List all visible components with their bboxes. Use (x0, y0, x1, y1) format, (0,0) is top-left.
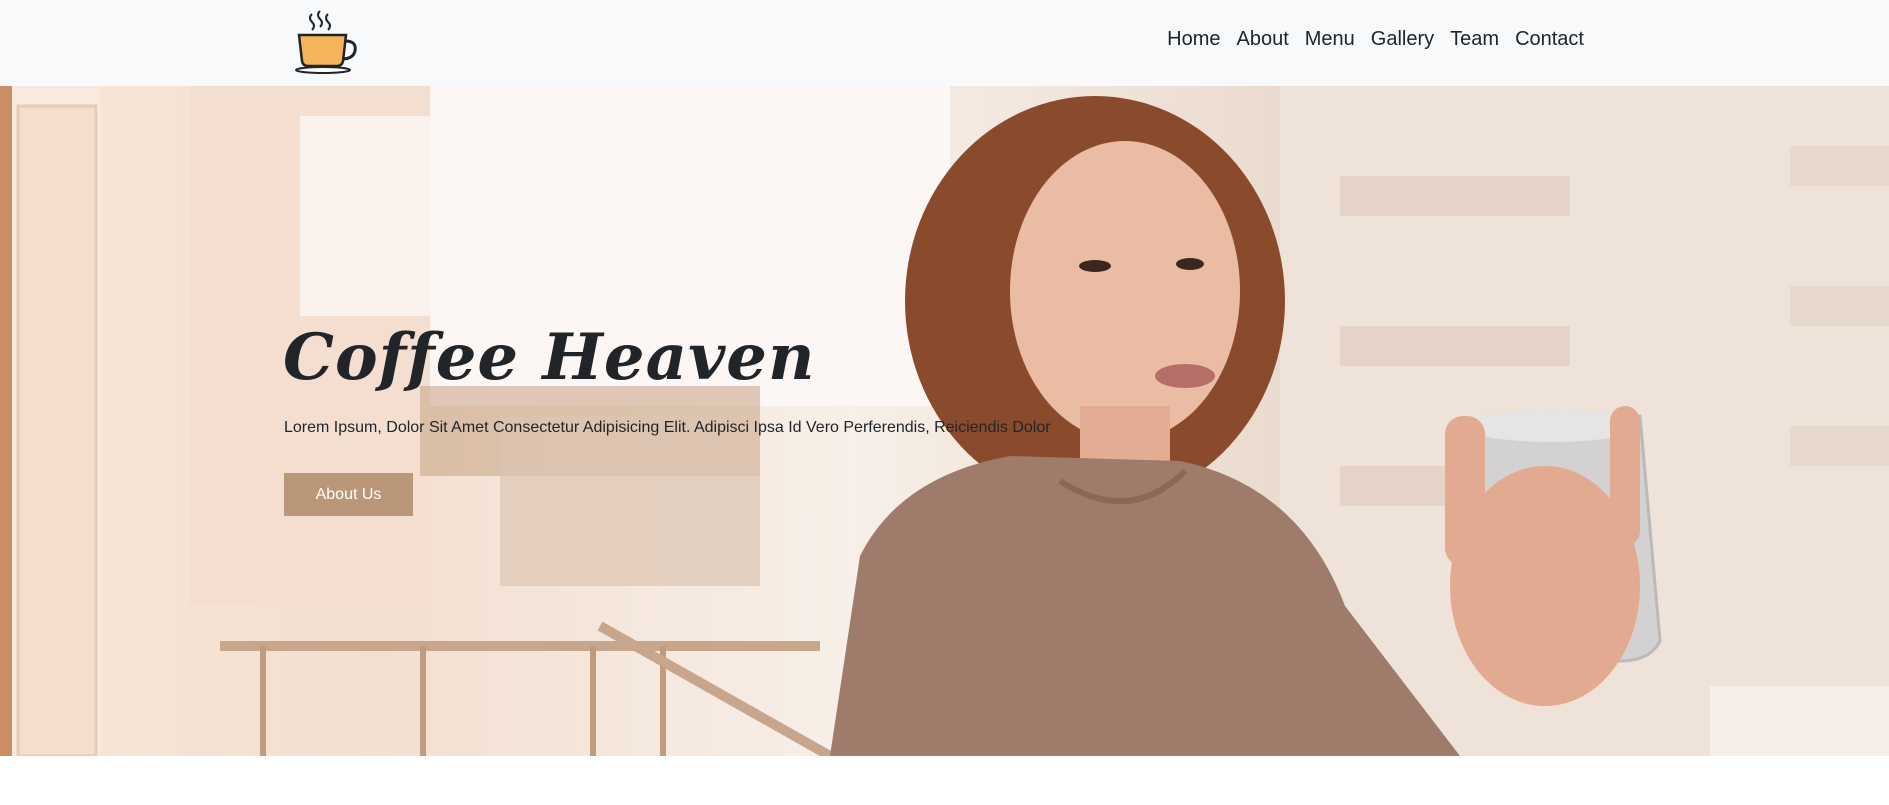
nav-about-link[interactable]: About (1237, 28, 1289, 51)
nav-contact-link[interactable]: Contact (1515, 28, 1584, 51)
about-us-button[interactable]: About Us (284, 473, 413, 516)
hero-section: Coffee Heaven Lorem Ipsum, Dolor Sit Ame… (0, 86, 1889, 756)
nav-home-link[interactable]: Home (1167, 28, 1220, 51)
nav-gallery-link[interactable]: Gallery (1371, 28, 1434, 51)
main-nav: Home About Menu Gallery Team Contact (1167, 28, 1584, 51)
hero-title: Coffee Heaven (283, 320, 816, 395)
navbar: Home About Menu Gallery Team Contact (0, 0, 1889, 86)
hero-description: Lorem Ipsum, Dolor Sit Amet Consectetur … (284, 419, 1051, 436)
coffee-cup-icon[interactable] (293, 9, 361, 75)
nav-menu-link[interactable]: Menu (1305, 28, 1355, 51)
nav-team-link[interactable]: Team (1450, 28, 1499, 51)
